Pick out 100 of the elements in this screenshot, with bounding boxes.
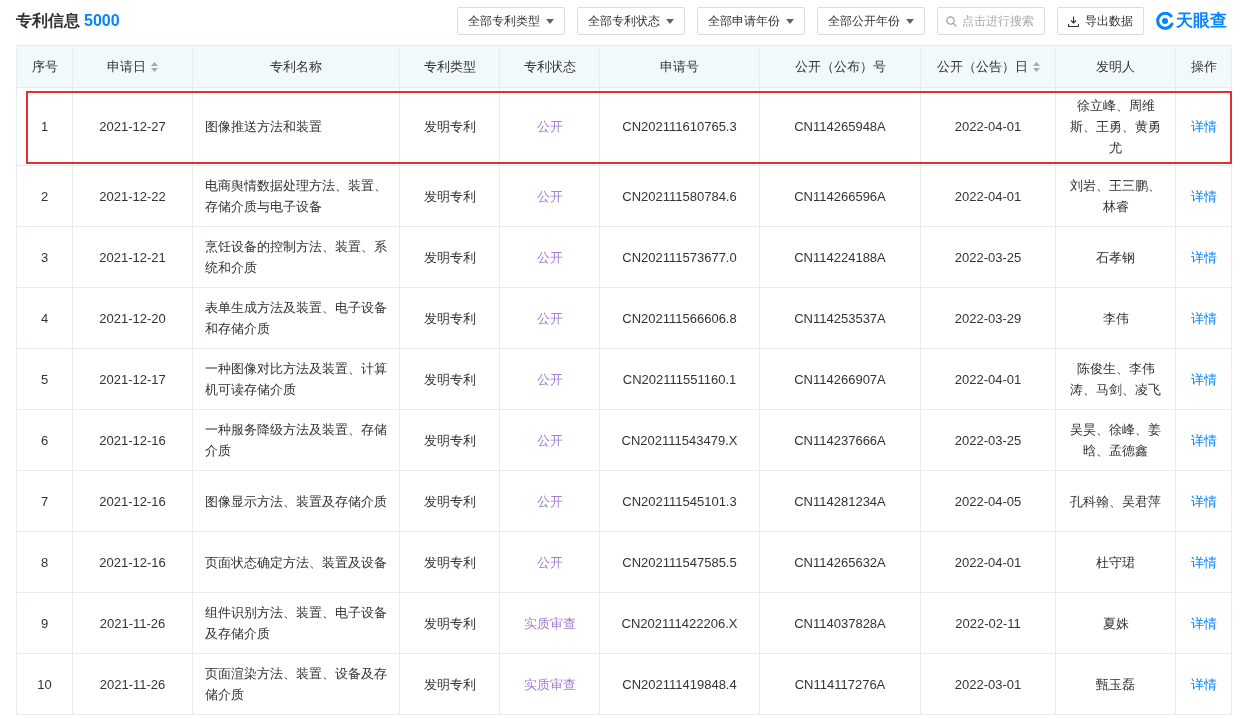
sort-icon xyxy=(151,61,158,72)
patent-name: 图像显示方法、装置及存储介质 xyxy=(205,492,387,511)
details-link[interactable]: 详情 xyxy=(1190,371,1217,387)
application-date: 2021-12-21 xyxy=(99,249,166,265)
application-date: 2021-12-17 xyxy=(99,371,166,387)
row-number: 3 xyxy=(40,249,49,265)
column-header: 序号 xyxy=(16,45,73,88)
publication-number: CN114253537A xyxy=(794,310,886,326)
patent-type: 发明专利 xyxy=(423,119,476,134)
application-number: CN202111610765.3 xyxy=(622,119,737,134)
patent-status: 公开 xyxy=(536,554,563,570)
caret-icon xyxy=(906,18,914,24)
result-count: 5000 xyxy=(84,11,120,31)
export-button[interactable]: 导出数据 xyxy=(1057,7,1144,35)
application-date: 2021-11-26 xyxy=(99,676,166,692)
patent-status: 公开 xyxy=(536,188,563,204)
patent-type: 发明专利 xyxy=(423,432,476,448)
patent-status: 公开 xyxy=(536,371,563,387)
details-link[interactable]: 详情 xyxy=(1190,493,1217,509)
application-number: CN202111566606.8 xyxy=(622,310,737,326)
patent-type: 发明专利 xyxy=(423,554,476,570)
application-date: 2021-11-26 xyxy=(99,615,166,631)
filter-dropdown[interactable]: 全部申请年份 xyxy=(697,7,805,35)
patent-status: 公开 xyxy=(536,119,563,134)
application-date: 2021-12-20 xyxy=(99,310,166,326)
patent-name: 页面渲染方法、装置、设备及存储介质 xyxy=(205,665,387,704)
details-link[interactable]: 详情 xyxy=(1190,432,1217,448)
patent-name: 一种服务降级方法及装置、存储介质 xyxy=(205,421,387,460)
patent-name: 电商舆情数据处理方法、装置、存储介质与电子设备 xyxy=(205,177,387,216)
inventors: 夏姝 xyxy=(1102,614,1129,633)
inventors: 吴昊、徐峰、姜晗、孟德鑫 xyxy=(1069,421,1162,460)
row-number: 10 xyxy=(37,676,52,692)
publication-date: 2022-04-01 xyxy=(954,188,1022,204)
publication-date: 2022-02-11 xyxy=(955,615,1021,631)
search-field[interactable]: 点击进行搜索 xyxy=(937,7,1045,35)
application-number: CN202111547585.5 xyxy=(622,554,737,570)
publication-date: 2022-04-05 xyxy=(954,493,1022,509)
publication-number: CN114224188A xyxy=(794,249,886,265)
application-date: 2021-12-22 xyxy=(99,188,166,204)
patent-status: 公开 xyxy=(536,432,563,448)
patent-type: 发明专利 xyxy=(423,188,476,204)
patent-type: 发明专利 xyxy=(423,676,476,692)
publication-date: 2022-03-25 xyxy=(954,432,1022,448)
patent-name: 页面状态确定方法、装置及设备 xyxy=(205,553,387,572)
details-link[interactable]: 详情 xyxy=(1190,615,1217,631)
publication-date: 2022-03-01 xyxy=(954,676,1022,692)
details-link[interactable]: 详情 xyxy=(1190,310,1217,326)
application-date: 2021-12-16 xyxy=(99,554,166,570)
publication-date: 2022-03-29 xyxy=(954,310,1022,326)
application-date: 2021-12-16 xyxy=(99,432,166,448)
inventors: 陈俊生、李伟涛、马剑、凌飞 xyxy=(1069,360,1162,399)
publication-number: CN114117276A xyxy=(794,676,886,692)
row-number: 4 xyxy=(40,310,49,326)
publication-number: CN114266596A xyxy=(794,188,886,204)
logo-icon xyxy=(1156,12,1174,30)
publication-number: CN114237666A xyxy=(794,432,886,448)
row-number: 1 xyxy=(40,119,49,134)
filter-dropdown[interactable]: 全部专利类型 xyxy=(457,7,565,35)
column-header: 专利状态 xyxy=(499,45,600,88)
column-header[interactable]: 公开（公告）日 xyxy=(920,45,1056,88)
patent-type: 发明专利 xyxy=(423,310,476,326)
details-link[interactable]: 详情 xyxy=(1190,188,1217,204)
search-icon xyxy=(946,16,957,27)
patent-status: 公开 xyxy=(536,493,563,509)
inventors: 徐立峰、周维斯、王勇、黄勇尤 xyxy=(1069,97,1162,157)
patent-status: 实质审查 xyxy=(523,615,576,631)
caret-icon xyxy=(666,18,674,24)
patent-status: 公开 xyxy=(536,249,563,265)
patent-status: 公开 xyxy=(536,310,563,326)
column-header: 申请号 xyxy=(599,45,760,88)
row-number: 7 xyxy=(40,493,49,509)
download-icon xyxy=(1068,15,1079,27)
inventors: 孔科翰、吴君萍 xyxy=(1070,492,1161,511)
application-number: CN202111551160.1 xyxy=(622,371,737,387)
filter-dropdown[interactable]: 全部专利状态 xyxy=(577,7,685,35)
row-number: 5 xyxy=(40,371,49,387)
column-header[interactable]: 申请日 xyxy=(72,45,193,88)
inventors: 杜守珺 xyxy=(1096,553,1135,572)
patent-status: 实质审查 xyxy=(523,676,576,692)
publication-number: CN114265948A xyxy=(794,119,886,134)
filter-dropdown[interactable]: 全部公开年份 xyxy=(817,7,925,35)
application-number: CN202111545101.3 xyxy=(622,493,737,509)
section-title: 专利信息 xyxy=(16,11,80,31)
application-number: CN202111419848.4 xyxy=(622,676,737,692)
column-header: 操作 xyxy=(1175,45,1232,88)
inventors: 李伟 xyxy=(1102,309,1129,328)
publication-number: CN114265632A xyxy=(794,554,886,570)
details-link[interactable]: 详情 xyxy=(1190,249,1217,265)
publication-number: CN114037828A xyxy=(794,615,886,631)
application-number: CN202111580784.6 xyxy=(622,188,737,204)
publication-number: CN114281234A xyxy=(794,493,886,509)
application-date: 2021-12-16 xyxy=(99,493,166,509)
publication-date: 2022-04-01 xyxy=(954,119,1022,134)
details-link[interactable]: 详情 xyxy=(1190,119,1217,134)
details-link[interactable]: 详情 xyxy=(1190,676,1217,692)
inventors: 石孝钢 xyxy=(1096,248,1135,267)
patent-name: 表单生成方法及装置、电子设备和存储介质 xyxy=(205,299,387,338)
row-number: 9 xyxy=(40,615,49,631)
application-number: CN202111573677.0 xyxy=(622,249,737,265)
details-link[interactable]: 详情 xyxy=(1190,554,1217,570)
